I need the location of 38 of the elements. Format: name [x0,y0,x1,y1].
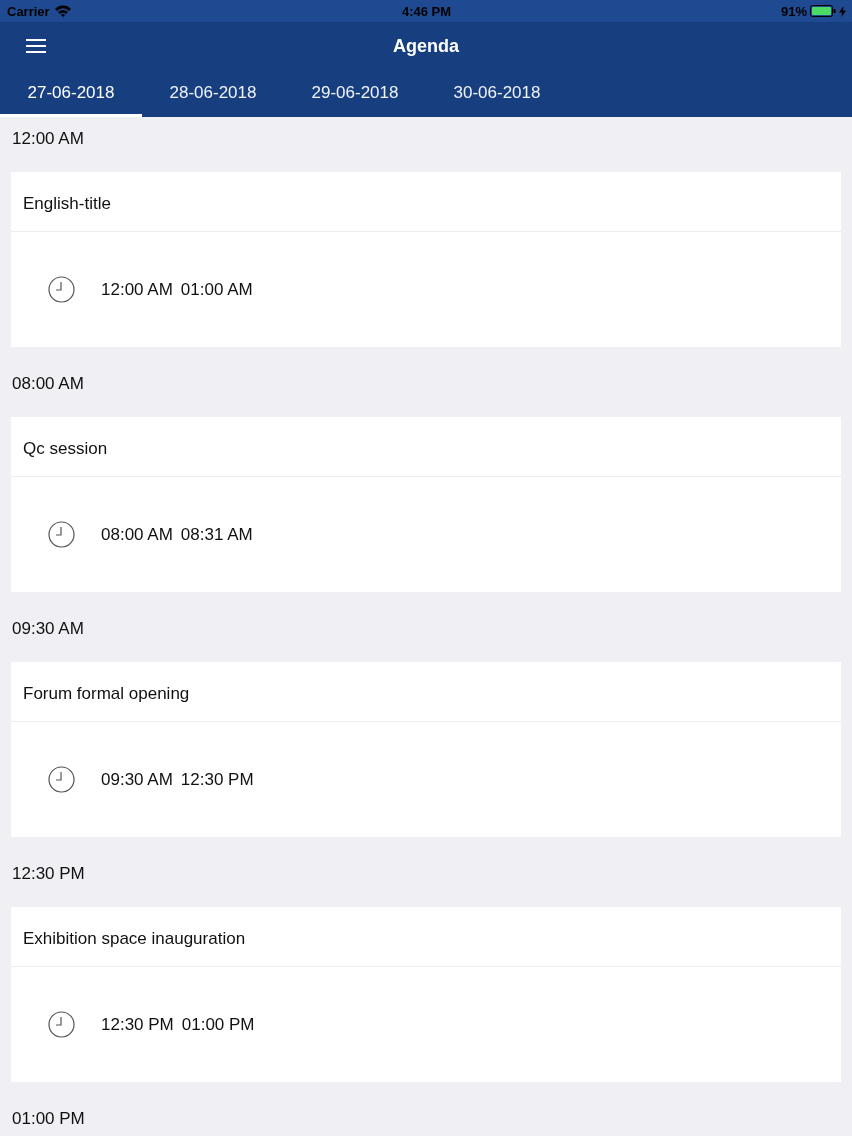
end-time: 01:00 AM [180,279,253,300]
date-tab[interactable]: 27-06-2018 [0,70,142,117]
section-time: 08:00 AM [12,375,84,393]
clock-icon [48,766,75,793]
battery-percentage: 91% [781,3,807,19]
section-time: 12:00 AM [12,130,84,148]
clock-icon [48,276,75,303]
date-tab[interactable]: 30-06-2018 [426,70,568,117]
session-title: Exhibition space inauguration [23,928,246,949]
session-card[interactable]: Qc session 08:00 AM 08:31 AM [11,417,841,592]
end-time: 12:30 PM [180,769,254,790]
session-card[interactable]: English-title 12:00 AM 01:00 AM [11,172,841,347]
clock-icon [48,521,75,548]
session-card[interactable]: Exhibition space inauguration 12:30 PM 01:00 PM [11,907,841,1082]
date-tab[interactable]: 28-06-2018 [142,70,284,117]
charging-icon [839,5,846,17]
wifi-icon [54,5,71,17]
session-card[interactable]: Forum formal opening 09:30 AM 12:30 PM [11,662,841,837]
status-time: 4:46 PM [401,3,452,19]
menu-button[interactable] [24,37,48,55]
section-time: 01:00 PM [12,1110,85,1128]
section-time: 12:30 PM [12,865,85,883]
start-time: 12:00 AM [101,279,173,300]
end-time: 08:31 AM [180,524,253,545]
battery-icon [810,5,836,17]
carrier-label: Carrier [7,3,50,19]
section-time: 09:30 AM [12,620,84,638]
session-title: Forum formal opening [23,683,190,704]
end-time: 01:00 PM [181,1014,255,1035]
session-title: English-title [23,193,111,214]
start-time: 12:30 PM [101,1014,174,1035]
date-tab[interactable]: 29-06-2018 [284,70,426,117]
menu-icon [26,39,46,53]
page-title: Agenda [393,35,459,57]
session-title: Qc session [23,438,108,459]
start-time: 08:00 AM [101,524,173,545]
clock-icon [48,1011,75,1038]
start-time: 09:30 AM [101,769,173,790]
